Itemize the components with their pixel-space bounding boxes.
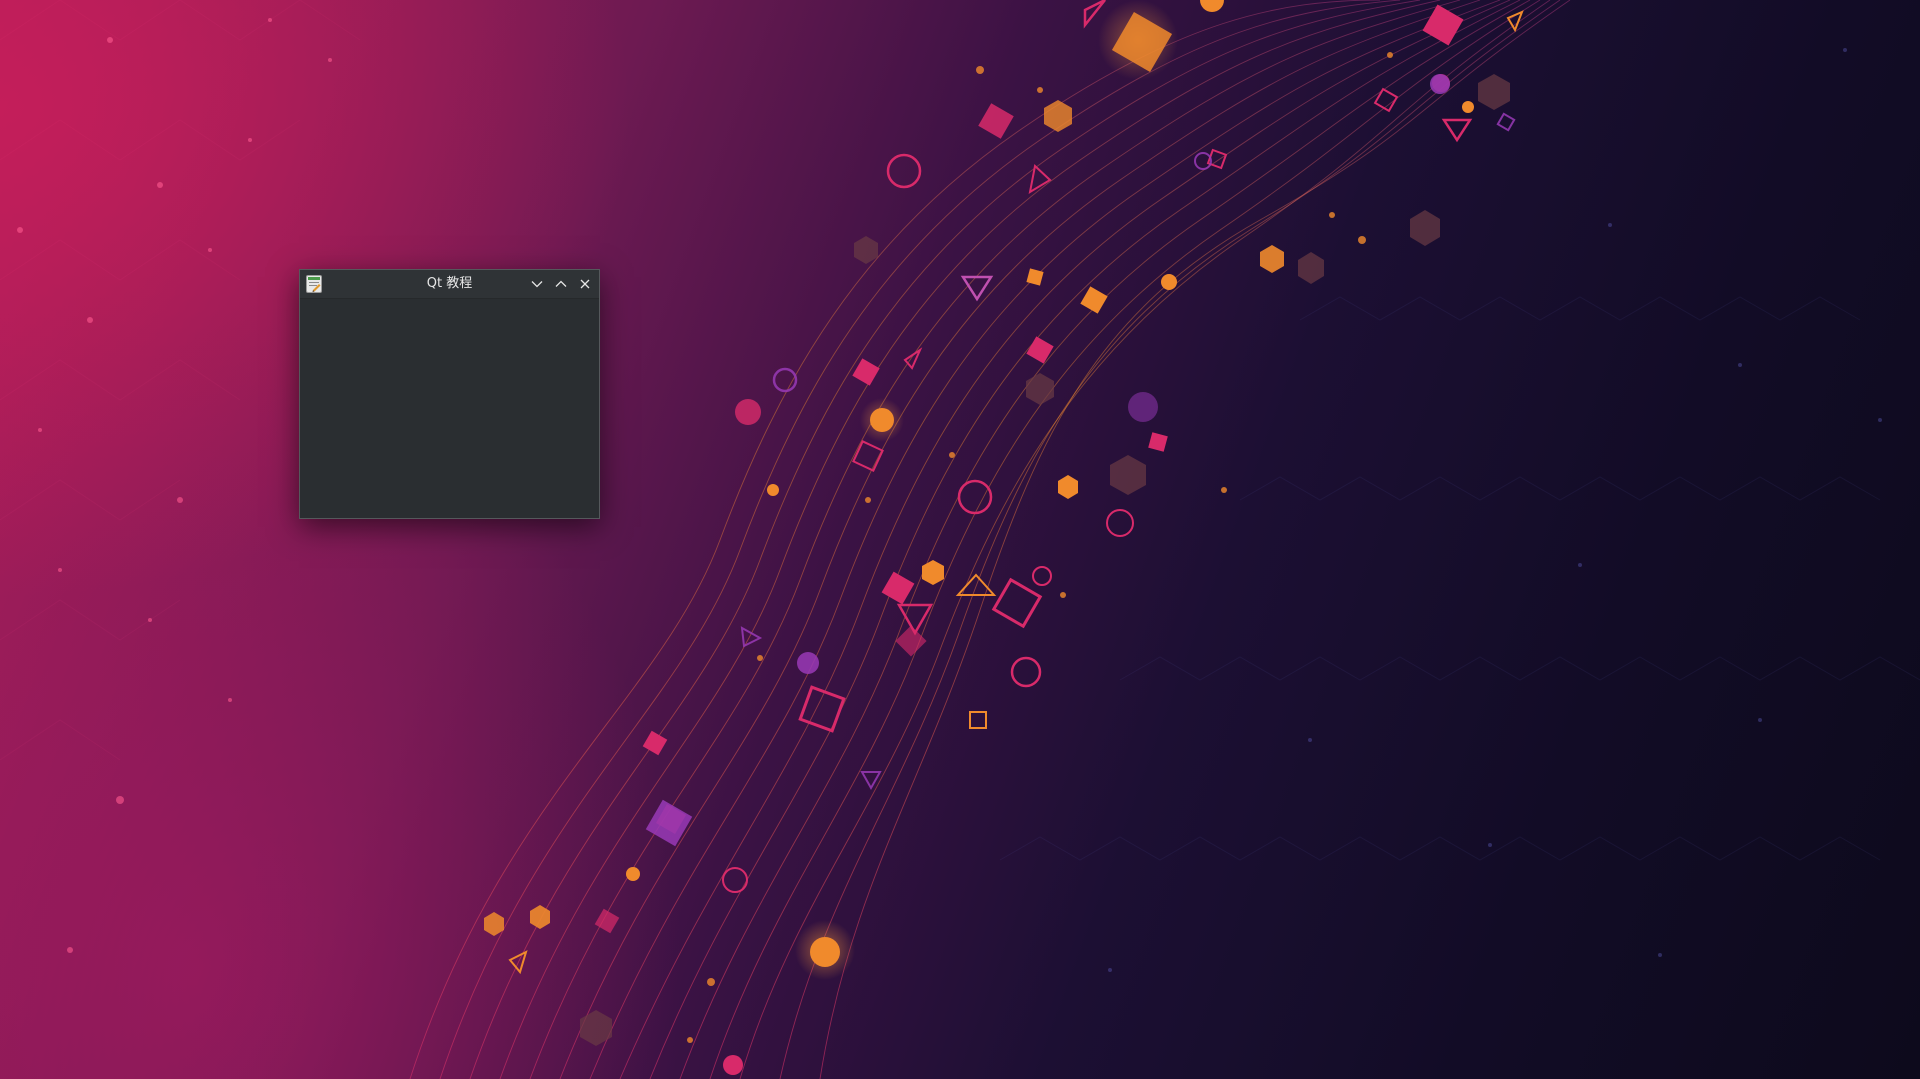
app-window[interactable]: Qt 教程 — [299, 269, 600, 519]
desktop[interactable]: Qt 教程 — [0, 0, 1920, 1079]
close-icon — [580, 279, 590, 289]
maximize-button[interactable] — [551, 274, 571, 294]
chevron-up-icon — [555, 280, 567, 288]
window-titlebar[interactable]: Qt 教程 — [300, 270, 599, 299]
window-controls — [527, 274, 595, 294]
wallpaper — [0, 0, 1920, 1079]
qt-app-icon[interactable] — [306, 275, 322, 293]
minimize-button[interactable] — [527, 274, 547, 294]
close-button[interactable] — [575, 274, 595, 294]
window-content-area[interactable] — [300, 299, 599, 518]
chevron-down-icon — [531, 280, 543, 288]
